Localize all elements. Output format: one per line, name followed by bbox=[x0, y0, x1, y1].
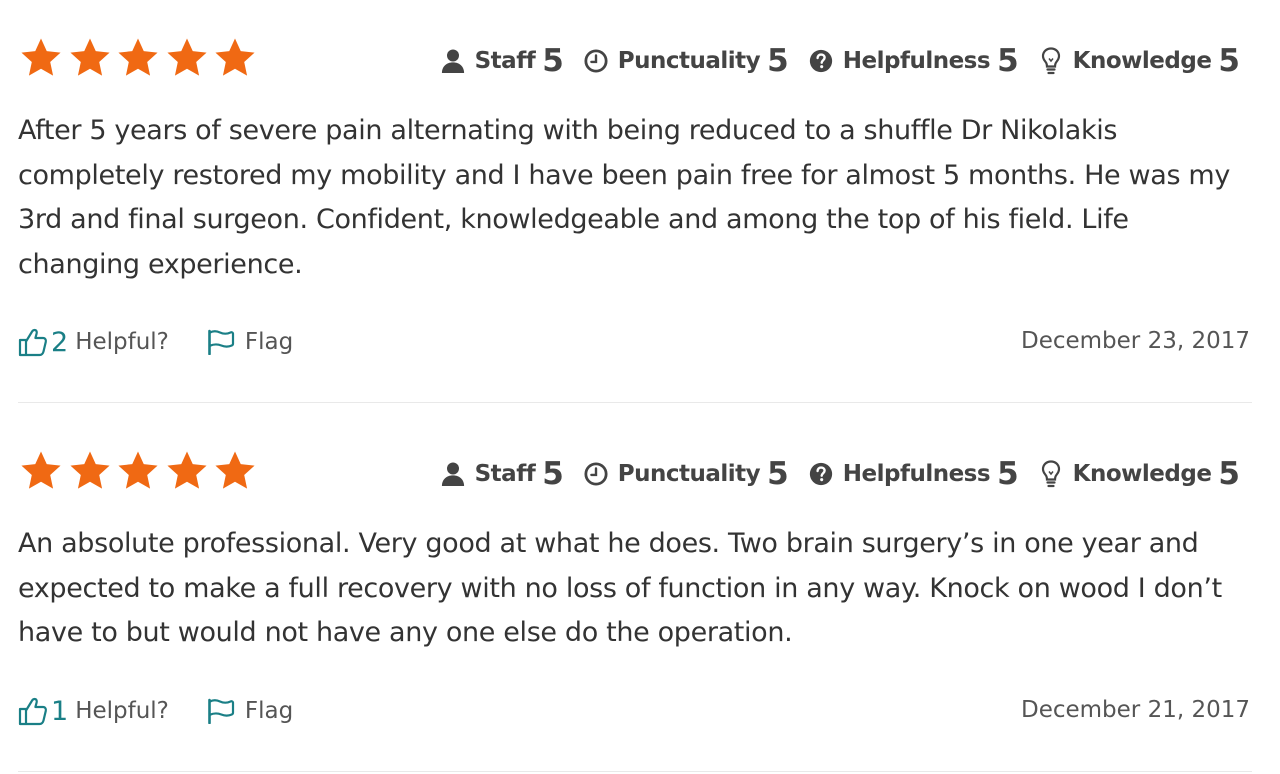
thumbs-up-icon bbox=[18, 327, 48, 357]
flag-label: Flag bbox=[244, 329, 294, 355]
star-icon bbox=[67, 448, 116, 496]
review-actions: 1 Helpful? Flag bbox=[18, 690, 293, 732]
metric-staff: Staff 5 bbox=[441, 42, 564, 79]
review-text: An absolute professional. Very good at w… bbox=[18, 528, 1222, 648]
person-icon bbox=[441, 48, 465, 74]
star-icon bbox=[212, 448, 261, 496]
metric-value: 5 bbox=[767, 42, 789, 79]
metric-label: Knowledge bbox=[1072, 48, 1212, 74]
flag-button[interactable]: Flag bbox=[207, 329, 293, 355]
review-actions: 2 Helpful? Flag bbox=[18, 321, 293, 363]
star-icon bbox=[18, 35, 67, 83]
review-divider bbox=[18, 771, 1252, 772]
question-icon bbox=[809, 461, 833, 487]
star-rating bbox=[18, 35, 261, 83]
star-icon bbox=[18, 448, 67, 496]
helpful-count: 2 bbox=[51, 326, 69, 358]
metric-label: Knowledge bbox=[1072, 461, 1212, 487]
lightbulb-icon bbox=[1039, 47, 1063, 75]
metric-label: Punctuality bbox=[617, 48, 761, 74]
review-divider bbox=[18, 402, 1252, 403]
helpful-count: 1 bbox=[51, 695, 69, 727]
metric-value: 5 bbox=[542, 42, 564, 79]
clock-icon bbox=[584, 461, 608, 487]
clock-icon bbox=[584, 48, 608, 74]
metric-label: Helpfulness bbox=[842, 461, 991, 487]
star-icon bbox=[164, 448, 213, 496]
metric-helpfulness: Helpfulness 5 bbox=[809, 42, 1019, 79]
metric-value: 5 bbox=[542, 455, 564, 492]
flag-icon bbox=[207, 329, 237, 355]
flag-icon bbox=[207, 698, 237, 724]
star-icon bbox=[115, 35, 164, 83]
flag-label: Flag bbox=[244, 698, 294, 724]
metric-label: Staff bbox=[474, 48, 536, 74]
metric-helpfulness: Helpfulness 5 bbox=[809, 455, 1019, 492]
metric-knowledge: Knowledge 5 bbox=[1039, 42, 1240, 79]
metric-value: 5 bbox=[997, 455, 1019, 492]
lightbulb-icon bbox=[1039, 460, 1063, 488]
metric-label: Helpfulness bbox=[842, 48, 991, 74]
star-icon bbox=[212, 35, 261, 83]
metric-value: 5 bbox=[767, 455, 789, 492]
rating-metrics: Staff 5 Punctuality 5 Helpfulness 5 Know… bbox=[441, 37, 1240, 85]
metric-label: Staff bbox=[474, 461, 536, 487]
metric-value: 5 bbox=[1218, 455, 1240, 492]
metric-value: 5 bbox=[1218, 42, 1240, 79]
star-icon bbox=[164, 35, 213, 83]
review-date: December 23, 2017 bbox=[1020, 328, 1250, 354]
helpful-button[interactable]: 2 Helpful? bbox=[18, 327, 169, 358]
review-text: After 5 years of severe pain alternating… bbox=[18, 115, 1230, 280]
metric-value: 5 bbox=[997, 42, 1019, 79]
rating-metrics: Staff 5 Punctuality 5 Helpfulness 5 Know… bbox=[441, 450, 1240, 498]
metric-knowledge: Knowledge 5 bbox=[1039, 455, 1240, 492]
review-card: Staff 5 Punctuality 5 Helpfulness 5 Know… bbox=[18, 0, 1252, 403]
star-rating bbox=[18, 448, 261, 496]
question-icon bbox=[809, 48, 833, 74]
metric-punctuality: Punctuality 5 bbox=[584, 42, 789, 79]
metric-punctuality: Punctuality 5 bbox=[584, 455, 789, 492]
thumbs-up-icon bbox=[18, 696, 48, 726]
person-icon bbox=[441, 461, 465, 487]
metric-staff: Staff 5 bbox=[441, 455, 564, 492]
metric-label: Punctuality bbox=[617, 461, 761, 487]
star-icon bbox=[115, 448, 164, 496]
star-icon bbox=[67, 35, 116, 83]
helpful-label: Helpful? bbox=[75, 329, 169, 355]
helpful-label: Helpful? bbox=[75, 698, 169, 724]
helpful-button[interactable]: 1 Helpful? bbox=[18, 696, 169, 727]
flag-button[interactable]: Flag bbox=[207, 698, 293, 724]
review-date: December 21, 2017 bbox=[1020, 697, 1250, 723]
review-card: Staff 5 Punctuality 5 Helpfulness 5 Know… bbox=[18, 413, 1252, 774]
